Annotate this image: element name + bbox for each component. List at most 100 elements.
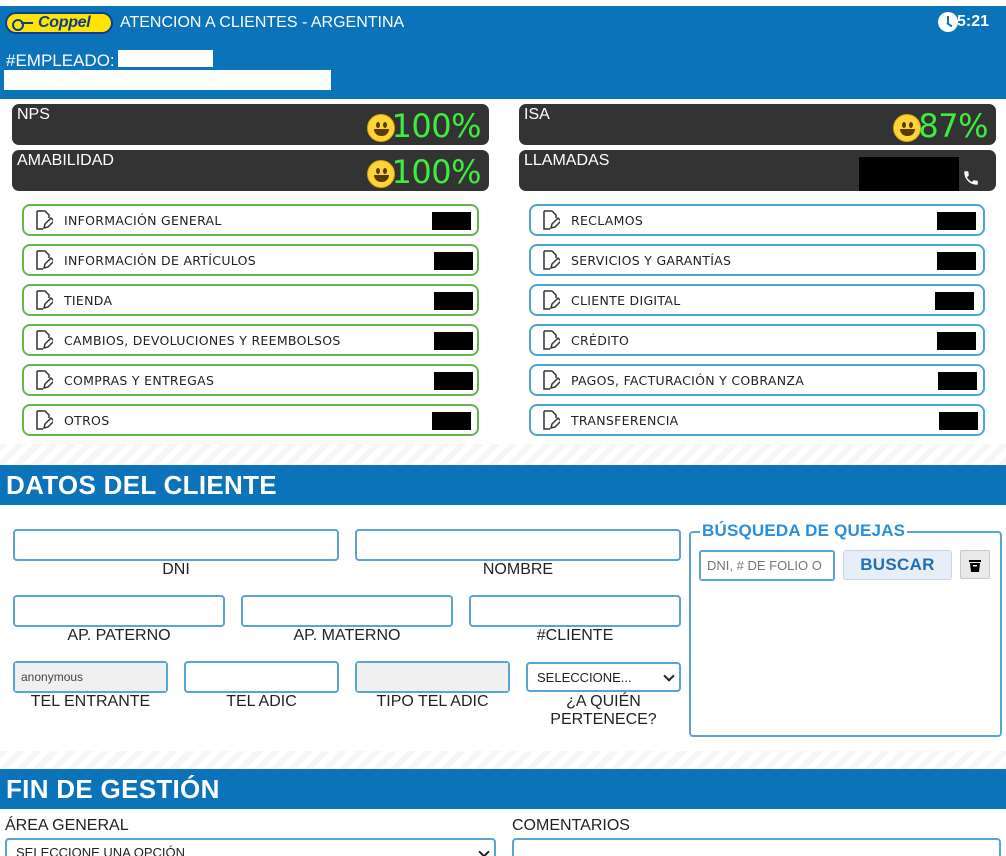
section-title: FIN DE GESTIÓN (6, 773, 220, 804)
employee-band: #EMPLEADO: (0, 39, 1006, 99)
edit-document-icon (543, 250, 560, 270)
category-count-redacted (935, 292, 974, 310)
category-label: CAMBIOS, DEVOLUCIONES Y REEMBOLSOS (64, 332, 341, 348)
tel-entrante-field[interactable] (13, 661, 168, 693)
edit-document-icon (36, 290, 53, 310)
comentarios-textarea[interactable] (512, 838, 1001, 856)
ap-paterno-field[interactable] (13, 595, 225, 627)
category-count-redacted (432, 412, 471, 430)
cliente-number-label: #CLIENTE (536, 627, 614, 644)
kpi-llamadas-label: LLAMADAS (524, 152, 610, 169)
edit-document-icon (543, 330, 560, 350)
kpi-isa: ISA 87% (519, 104, 996, 145)
category-count-redacted (434, 252, 473, 270)
category-label: CRÉDITO (571, 332, 630, 348)
edit-document-icon (36, 370, 53, 390)
kpi-amabilidad: AMABILIDAD 100% (12, 150, 489, 191)
category-label: RECLAMOS (571, 212, 644, 228)
pertenece-label: ¿A QUIÉN PERTENECE? (550, 693, 657, 728)
section-header-fin-gestion: FIN DE GESTIÓN (0, 769, 1006, 809)
ap-materno-field[interactable] (241, 595, 453, 627)
llamadas-redacted-value (859, 157, 959, 191)
dni-field[interactable] (13, 529, 339, 561)
kpi-isa-label: ISA (524, 106, 550, 123)
area-general-select[interactable]: SELECCIONE UNA OPCIÓN (5, 838, 496, 856)
clock-time: 5:21 (956, 13, 989, 30)
category-label: INFORMACIÓN DE ARTÍCULOS (64, 252, 256, 268)
edit-document-icon (36, 250, 53, 270)
smiley-icon (893, 114, 921, 142)
brand-name: Coppel (38, 13, 91, 31)
tipo-tel-adic-label: TIPO TEL ADIC (376, 693, 489, 710)
nombre-label: NOMBRE (482, 561, 554, 578)
cliente-number-field[interactable] (469, 595, 681, 627)
kpi-llamadas: LLAMADAS (519, 150, 996, 191)
category-transferencia[interactable]: TRANSFERENCIA (529, 404, 985, 436)
buscar-button[interactable]: BUSCAR (843, 550, 952, 580)
nombre-field[interactable] (355, 529, 681, 561)
area-general-select-value: SELECCIONE UNA OPCIÓN (16, 845, 186, 856)
category-label: OTROS (64, 412, 110, 428)
dni-label: DNI (162, 561, 190, 578)
edit-document-icon (543, 210, 560, 230)
pertenece-select[interactable]: SELECCIONE... (526, 662, 681, 692)
ap-materno-label: AP. MATERNO (293, 627, 401, 644)
section-divider (0, 444, 1006, 465)
chevron-down-icon (478, 846, 490, 856)
pertenece-select-value: SELECCIONE... (537, 669, 632, 685)
category-otros[interactable]: OTROS (22, 404, 479, 436)
category-label: TRANSFERENCIA (571, 412, 679, 428)
phone-icon (964, 171, 978, 185)
category-count-redacted (937, 332, 976, 350)
category-tienda[interactable]: TIENDA (22, 284, 479, 316)
quejas-title: BÚSQUEDA DE QUEJAS (700, 521, 908, 541)
category-label: SERVICIOS Y GARANTÍAS (571, 252, 732, 268)
category-reclamos[interactable]: RECLAMOS (529, 204, 985, 236)
employee-id-field (118, 50, 213, 67)
category-count-redacted (434, 292, 473, 310)
edit-document-icon (36, 410, 53, 430)
app-title: ATENCION A CLIENTES - ARGENTINA (120, 13, 405, 31)
tel-adic-field[interactable] (184, 661, 339, 693)
kpi-nps: NPS 100% (12, 104, 489, 145)
kpi-nps-label: NPS (17, 106, 50, 123)
title-bar: Coppel ATENCION A CLIENTES - ARGENTINA 5… (0, 6, 1006, 39)
category-label: TIENDA (64, 292, 113, 308)
category-label: PAGOS, FACTURACIÓN Y COBRANZA (571, 372, 805, 388)
category-count-redacted (937, 212, 976, 230)
chevron-down-icon (663, 670, 675, 682)
category-label: INFORMACIÓN GENERAL (64, 212, 222, 228)
category-cliente-digital[interactable]: CLIENTE DIGITAL (529, 284, 985, 316)
category-informacion-general[interactable]: INFORMACIÓN GENERAL (22, 204, 479, 236)
category-count-redacted (434, 372, 473, 390)
category-compras-entregas[interactable]: COMPRAS Y ENTREGAS (22, 364, 479, 396)
key-icon (12, 18, 34, 31)
clock-icon (938, 12, 958, 32)
tipo-tel-adic-field[interactable] (355, 661, 510, 693)
employee-label: #EMPLEADO: (6, 51, 115, 70)
category-servicios-garantias[interactable]: SERVICIOS Y GARANTÍAS (529, 244, 985, 276)
area-general-label: ÁREA GENERAL (5, 817, 129, 834)
category-informacion-articulos[interactable]: INFORMACIÓN DE ARTÍCULOS (22, 244, 479, 276)
category-credito[interactable]: CRÉDITO (529, 324, 985, 356)
section-divider (0, 751, 1006, 769)
category-pagos-facturacion[interactable]: PAGOS, FACTURACIÓN Y COBRANZA (529, 364, 985, 396)
category-cambios-devoluciones[interactable]: CAMBIOS, DEVOLUCIONES Y REEMBOLSOS (22, 324, 479, 356)
ap-paterno-label: AP. PATERNO (67, 627, 171, 644)
kpi-amabilidad-label: AMABILIDAD (17, 152, 114, 169)
kpi-nps-value: 100% (391, 107, 482, 145)
category-count-redacted (939, 412, 978, 430)
delete-button[interactable] (960, 550, 990, 579)
trash-icon (969, 559, 981, 572)
category-count-redacted (432, 212, 471, 230)
coppel-logo: Coppel (5, 11, 113, 34)
category-count-redacted (434, 332, 473, 350)
edit-document-icon (543, 290, 560, 310)
category-count-redacted (937, 252, 976, 270)
category-count-redacted (938, 372, 977, 390)
category-label: COMPRAS Y ENTREGAS (64, 372, 215, 388)
category-label: CLIENTE DIGITAL (571, 292, 681, 308)
section-title: DATOS DEL CLIENTE (6, 469, 277, 500)
kpi-amabilidad-value: 100% (391, 153, 482, 191)
quejas-search-input[interactable] (699, 550, 835, 581)
